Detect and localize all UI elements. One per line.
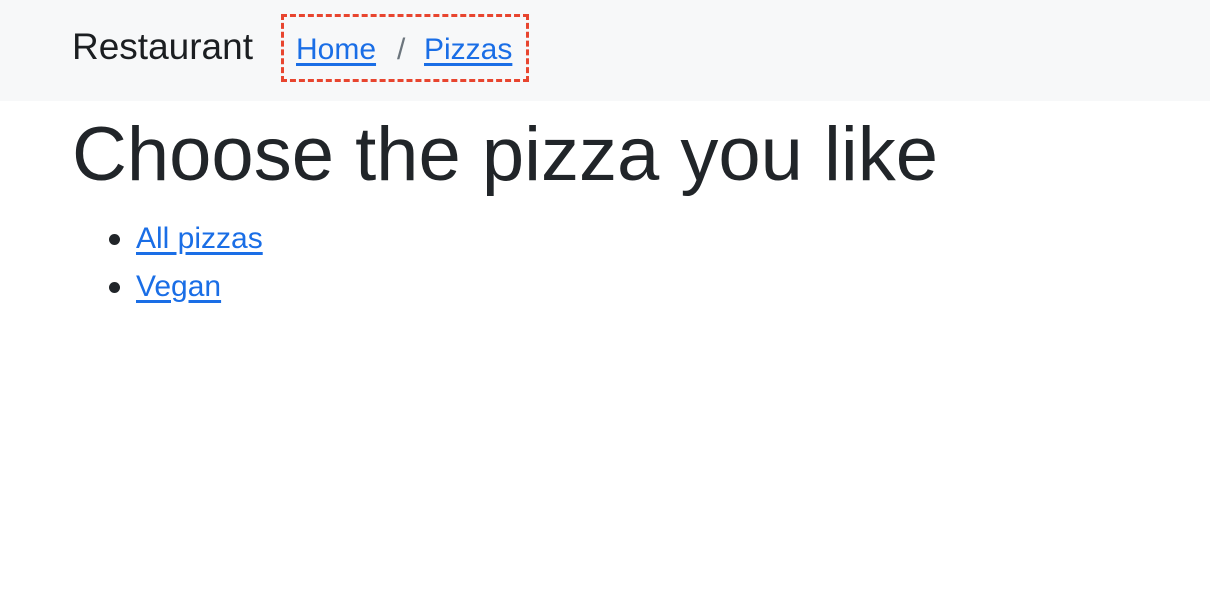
page-title: Choose the pizza you like <box>72 112 939 197</box>
pizza-category-list: All pizzas Vegan <box>90 215 263 311</box>
vegan-link[interactable]: Vegan <box>136 270 221 303</box>
list-item: All pizzas <box>90 215 263 263</box>
breadcrumb-pizzas-link[interactable]: Pizzas <box>424 32 512 68</box>
all-pizzas-link[interactable]: All pizzas <box>136 222 263 255</box>
list-item: Vegan <box>90 263 263 311</box>
breadcrumb: Home / Pizzas <box>281 14 529 82</box>
brand-link[interactable]: Restaurant <box>72 24 253 70</box>
breadcrumb-home-link[interactable]: Home <box>296 32 376 68</box>
navbar: Restaurant Home / Pizzas <box>0 0 1210 101</box>
bullet-icon <box>109 234 120 245</box>
bullet-icon <box>109 282 120 293</box>
breadcrumb-separator: / <box>397 33 406 66</box>
